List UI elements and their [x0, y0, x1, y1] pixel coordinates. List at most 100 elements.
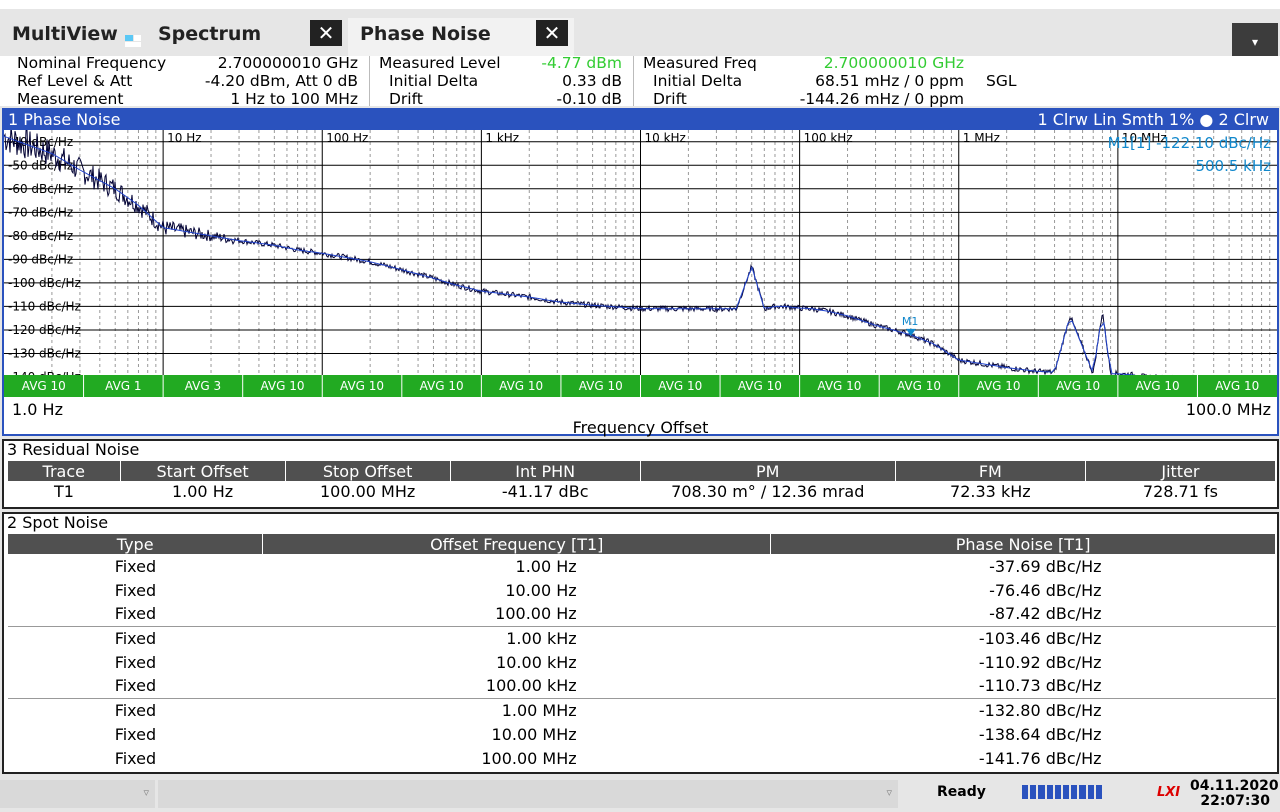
- spot-table: Type Offset Frequency [T1] Phase Noise [T1…: [8, 534, 1276, 770]
- table-cell: -37.69 dBc/Hz: [989, 556, 1102, 576]
- y-tick-label: -60 dBc/Hz: [8, 182, 73, 196]
- meas-level-value: -4.77 dBm: [541, 54, 622, 72]
- table-row: Fixed 100.00 MHz -141.76 dBc/Hz: [8, 746, 1276, 770]
- init-delta2-value: 68.51 mHz / 0 ppm: [815, 72, 964, 90]
- table-cell: 100.00 Hz: [495, 604, 577, 624]
- y-tick-label: -90 dBc/Hz: [8, 252, 73, 266]
- table-cell: -41.17 dBc: [501, 481, 589, 501]
- meas-freq-value: 2.700000010 GHz: [823, 54, 964, 72]
- table-cell: 10.00 MHz: [491, 724, 577, 744]
- init-delta2-label: Initial Delta: [653, 72, 743, 90]
- y-tick-label: -70 dBc/Hz: [8, 205, 73, 219]
- progress-indicator: [1022, 785, 1103, 799]
- trace-legend[interactable]: 1 Clrw Lin Smth 1% ● 2 Clrw: [1037, 110, 1269, 130]
- table-cell: T1: [54, 481, 74, 501]
- table-cell: Fixed: [114, 676, 157, 696]
- x-tick-label: 10 Hz: [167, 131, 201, 145]
- tab-bar: MultiView Spectrum ✕ Phase Noise ✕ ▾: [0, 0, 1280, 61]
- window-title-text: 1 Phase Noise: [8, 110, 121, 129]
- x-tick-label: 10 kHz: [645, 131, 686, 145]
- table-row: Fixed 10.00 kHz -110.92 dBc/Hz: [8, 650, 1276, 674]
- y-tick-label: -130 dBc/Hz: [8, 346, 81, 360]
- info-bar: Nominal Frequency Ref Level & Att Measur…: [0, 54, 1280, 108]
- multiview-icon: [125, 35, 141, 47]
- divider: [369, 56, 370, 106]
- table-cell: Fixed: [114, 580, 157, 600]
- drift-label: Drift: [389, 90, 423, 108]
- ref-level-label: Ref Level & Att: [17, 72, 133, 90]
- table-cell: 1.00 kHz: [262, 625, 771, 650]
- lxi-logo-icon: LXI: [1157, 785, 1181, 800]
- table-cell: Fixed: [8, 625, 263, 650]
- sweep-mode-sgl[interactable]: SGL: [986, 72, 1017, 90]
- table-cell: 10.00 kHz: [496, 652, 577, 672]
- avg-label: AVG 10: [260, 379, 304, 393]
- table-cell: Fixed: [114, 652, 157, 672]
- x-axis-label: Frequency Offset: [572, 418, 709, 437]
- avg-label: AVG 3: [185, 379, 221, 393]
- tab-spectrum[interactable]: Spectrum: [146, 18, 304, 56]
- avg-label: AVG 10: [658, 379, 702, 393]
- chevron-down-icon: ▿: [143, 786, 149, 799]
- table-cell: 1.00 MHz: [262, 697, 771, 722]
- avg-label: AVG 10: [1215, 379, 1259, 393]
- status-dropdown-2[interactable]: ▿: [158, 780, 898, 808]
- close-spectrum-icon[interactable]: ✕: [310, 20, 342, 46]
- drift2-value: -144.26 mHz / 0 ppm: [799, 90, 964, 108]
- table-cell: -76.46 dBc/Hz: [989, 580, 1102, 600]
- table-cell: -110.73 dBc/Hz: [978, 676, 1102, 696]
- column-header: FM: [895, 461, 1086, 481]
- table-cell: 100.00 MHz: [481, 748, 577, 768]
- table-cell: -141.76 dBc/Hz: [978, 748, 1102, 768]
- phase-noise-window[interactable]: 1 Phase Noise 1 Clrw Lin Smth 1% ● 2 Clr…: [2, 108, 1279, 437]
- time-text: 22:07:30: [1200, 793, 1270, 809]
- x-tick-label: 1 kHz: [485, 131, 519, 145]
- nominal-freq-value: 2.700000010 GHz: [217, 54, 358, 72]
- column-header: Start Offset: [120, 461, 286, 481]
- y-tick-label: -80 dBc/Hz: [8, 229, 73, 243]
- marker-readout: M1[1] -122.10 dBc/Hz: [1108, 134, 1272, 152]
- residual-table: Trace Start Offset Stop Offset Int PHN PM FM J…: [8, 461, 1277, 501]
- chevron-down-icon: ▿: [886, 786, 892, 799]
- avg-label: AVG 10: [977, 379, 1021, 393]
- x-tick-label: 100 kHz: [804, 131, 853, 145]
- date-time: 04.11.2020 22:07:30: [1190, 779, 1279, 809]
- table-cell: -132.80 dBc/Hz: [770, 697, 1276, 722]
- divider: [633, 56, 634, 106]
- marker-freq: 500.5 kHz: [1195, 157, 1271, 175]
- avg-label: AVG 10: [897, 379, 941, 393]
- tab-label: MultiView: [12, 23, 118, 45]
- y-tick-label: -110 dBc/Hz: [8, 299, 81, 313]
- table-cell: 100.00 kHz: [485, 676, 577, 696]
- window-title: 3 Residual Noise: [7, 440, 140, 459]
- x-tick-label: 1 MHz: [963, 131, 1000, 145]
- tab-multiview[interactable]: MultiView: [0, 18, 125, 56]
- avg-label: AVG 10: [420, 379, 464, 393]
- meas-freq-label: Measured Freq: [643, 54, 757, 72]
- table-cell: -103.46 dBc/Hz: [770, 625, 1276, 650]
- table-cell: 1.00 Hz: [171, 481, 234, 501]
- y-tick-label: -120 dBc/Hz: [8, 323, 81, 337]
- measurement-label: Measurement: [17, 90, 124, 108]
- status-bar: ▿ ▿ Ready LXI 04.11.2020 22:07:30: [0, 776, 1280, 812]
- window-title: 2 Spot Noise: [7, 513, 109, 532]
- column-header: Int PHN: [450, 461, 641, 481]
- marker-tag: M1: [902, 315, 919, 328]
- close-phase-noise-icon[interactable]: ✕: [536, 20, 568, 46]
- x-axis-start: 1.0 Hz: [12, 400, 63, 419]
- residual-noise-window: 3 Residual Noise Trace Start Offset Stop O…: [2, 439, 1279, 509]
- table-cell: Fixed: [8, 697, 263, 722]
- table-cell: Fixed: [114, 724, 157, 744]
- nominal-freq-label: Nominal Frequency: [17, 54, 167, 72]
- column-header: Stop Offset: [285, 461, 451, 481]
- phase-noise-plot[interactable]: 10 Hz 100 Hz 1 kHz 10 kHz 100 kHz 1 MHz 10 MHz…: [4, 130, 1277, 398]
- status-dropdown-1[interactable]: ▿: [0, 780, 155, 808]
- table-row: T1 1.00 Hz 100.00 MHz -41.17 dBc 708.30 m° /…: [8, 481, 1276, 501]
- table-cell: Fixed: [114, 748, 157, 768]
- ref-level-value: -4.20 dBm, Att 0 dB: [204, 72, 358, 90]
- avg-label: AVG 10: [499, 379, 543, 393]
- column-header: PM: [640, 461, 896, 481]
- column-header: Phase Noise [T1]: [770, 534, 1276, 554]
- measurement-value: 1 Hz to 100 MHz: [230, 90, 358, 108]
- avg-label: AVG 10: [1136, 379, 1180, 393]
